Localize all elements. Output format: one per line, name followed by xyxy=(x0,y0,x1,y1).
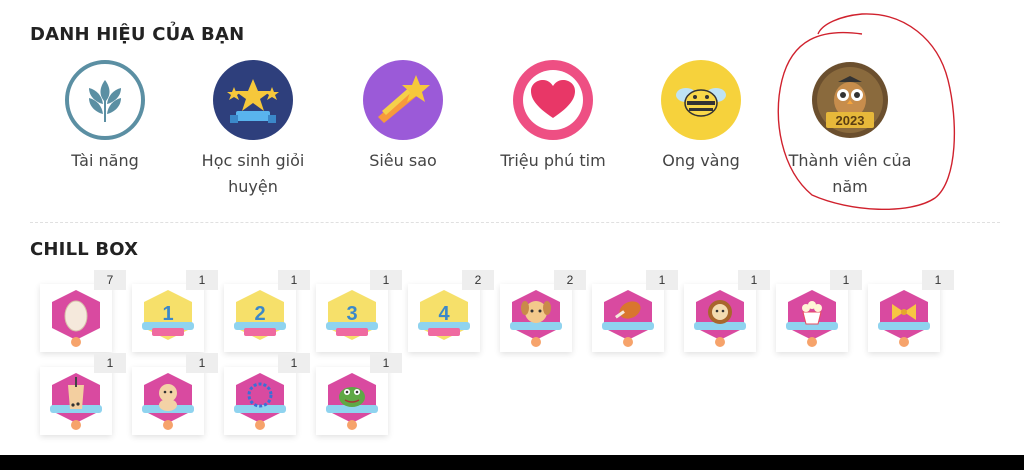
medal-4-icon: 4 xyxy=(418,290,470,340)
chill-box-item[interactable]: 1 xyxy=(592,270,678,352)
badge-label: Siêu sao xyxy=(369,151,437,170)
chicken-leg-icon xyxy=(602,290,654,347)
popcorn-icon xyxy=(786,290,838,347)
puppy-icon xyxy=(142,373,194,430)
badge-sieu-sao[interactable]: Siêu sao xyxy=(328,60,478,174)
chill-box-item[interactable]: 2 4 xyxy=(408,270,494,352)
chill-box-item[interactable]: 2 xyxy=(500,270,586,352)
medal-3-icon: 3 xyxy=(326,290,378,340)
section-divider xyxy=(30,222,1000,223)
lion-icon xyxy=(694,290,746,347)
leaf-icon xyxy=(65,60,145,140)
svg-text:2: 2 xyxy=(254,303,265,325)
badge-label: Thành viên của năm xyxy=(788,151,912,196)
badge-year: 2023 xyxy=(836,113,865,128)
chill-box-item[interactable]: 1 xyxy=(132,353,218,435)
bow-icon xyxy=(878,290,930,347)
badge-trieu-phu-tim[interactable]: Triệu phú tim xyxy=(478,60,628,174)
chill-box-item[interactable]: 1 2 xyxy=(224,270,310,352)
medal-2-icon: 2 xyxy=(234,290,286,340)
chill-box-item[interactable]: 1 xyxy=(316,353,402,435)
badges-list: Tài năng Học sinh giỏi huyện Siêu sao Tr… xyxy=(30,60,990,210)
svg-text:1: 1 xyxy=(162,303,173,325)
chill-box-item[interactable]: 1 xyxy=(868,270,954,352)
medal-1-icon: 1 xyxy=(142,290,194,340)
badge-thanh-vien-cua-nam[interactable]: 2023 Thành viên của năm xyxy=(775,60,925,200)
chill-box-item[interactable]: 1 1 xyxy=(132,270,218,352)
owl-2023-icon: 2023 xyxy=(810,60,890,140)
badge-label: Học sinh giỏi huyện xyxy=(201,151,305,196)
frog-icon xyxy=(326,373,378,430)
bottom-bar xyxy=(0,455,1024,470)
badge-ong-vang[interactable]: Ong vàng xyxy=(626,60,776,174)
svg-text:4: 4 xyxy=(438,303,450,325)
badge-hoc-sinh-gioi-huyen[interactable]: Học sinh giỏi huyện xyxy=(178,60,328,200)
chill-box-section-title: CHILL BOX xyxy=(30,239,139,260)
chill-box-item[interactable]: 1 xyxy=(684,270,770,352)
chill-box-item[interactable]: 1 3 xyxy=(316,270,402,352)
chill-box-item[interactable]: 1 xyxy=(776,270,862,352)
svg-text:3: 3 xyxy=(346,303,357,325)
dog-icon xyxy=(510,290,562,347)
chill-box-item[interactable]: 7 xyxy=(40,270,126,352)
egg-icon xyxy=(52,290,100,347)
shooting-star-icon xyxy=(363,60,443,140)
stars-trophy-icon xyxy=(213,60,293,140)
badge-tai-nang[interactable]: Tài năng xyxy=(30,60,180,174)
heart-icon xyxy=(513,60,593,140)
ring-icon xyxy=(234,373,286,430)
badge-label: Tài năng xyxy=(71,151,139,170)
chill-box-item[interactable]: 1 xyxy=(224,353,310,435)
badge-label: Triệu phú tim xyxy=(500,151,606,170)
badge-label: Ong vàng xyxy=(662,151,740,170)
bubble-tea-icon xyxy=(50,373,102,430)
chill-box-item[interactable]: 1 xyxy=(40,353,126,435)
bee-icon xyxy=(661,60,741,140)
badges-section-title: DANH HIỆU CỦA BẠN xyxy=(30,24,245,45)
